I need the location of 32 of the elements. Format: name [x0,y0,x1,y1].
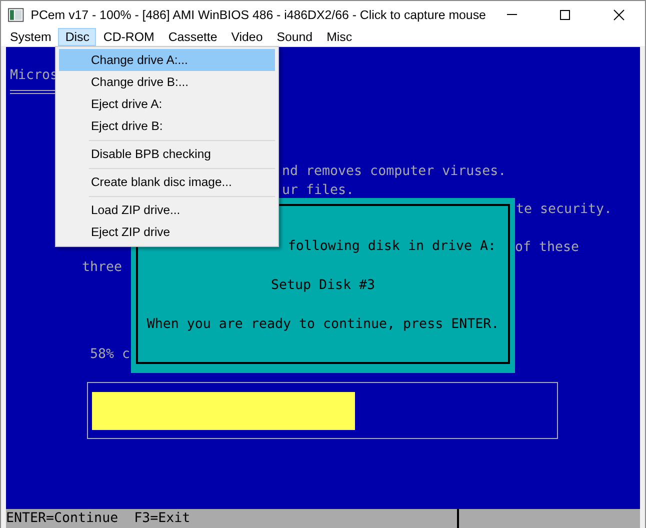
menu-option[interactable]: Change drive A:... [59,49,275,71]
menu-option[interactable]: Load ZIP drive... [59,199,275,221]
menu-option[interactable]: Create blank disc image... [59,171,275,193]
screen-text: 58% c [90,346,130,364]
menu-item[interactable]: Sound [270,28,320,46]
dialog-text: following disk in drive A: [288,238,496,256]
menu-option[interactable]: Change drive B:... [59,71,275,93]
screen-text: Micros [10,67,58,85]
screen-text: te security. [516,201,612,219]
maximize-icon [559,8,572,20]
screen-text: ur files. [282,182,354,200]
window-title: PCem v17 - 100% - [486] AMI WinBIOS 486 - i486DX2/66 - Click to capture mouse [30,8,486,22]
app-icon [8,8,24,22]
minimize-icon [507,14,518,15]
screen-text: three [82,259,122,277]
menu-option[interactable]: Disable BPB checking [59,143,275,165]
screen-text: of these [515,239,580,257]
menu-option[interactable]: Eject ZIP drive [59,221,275,243]
menu-item[interactable]: CD-ROM [96,28,162,46]
close-icon [612,8,624,20]
dialog-text: When you are ready to continue, press ENTER. [146,316,500,334]
screen-text: nd removes computer viruses. [282,163,506,181]
status-text: F3=Exit [134,510,190,528]
dialog-text: Setup Disk #3 [270,277,376,295]
menu-item[interactable]: Disc [58,28,96,46]
menu-option[interactable]: Eject drive B: [59,115,275,137]
status-text: ENTER=Continue [6,510,118,528]
menu-item[interactable]: Misc [320,28,360,46]
menu-item[interactable]: Video [224,28,270,46]
menu-item[interactable]: Cassette [161,28,224,46]
menu-item[interactable]: System [3,28,58,46]
menu-option[interactable]: Eject drive A: [59,93,275,115]
